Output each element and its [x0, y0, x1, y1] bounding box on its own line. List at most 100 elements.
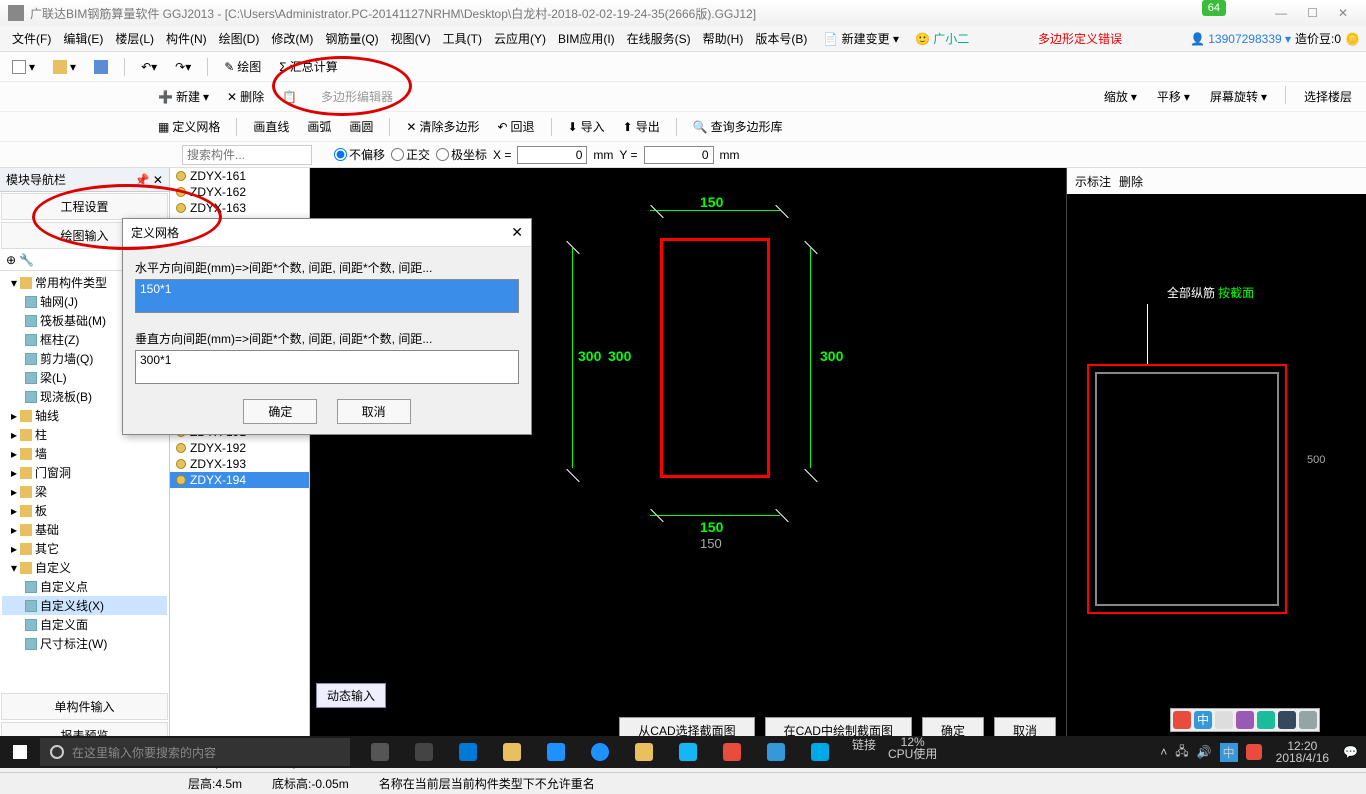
tray-network-icon[interactable]: 🖧 [1175, 742, 1188, 763]
tb-app3[interactable] [756, 736, 796, 768]
tree-item[interactable]: 自定义线(X) [2, 596, 167, 615]
taskbar-clock[interactable]: 12:20 2018/4/16 [1270, 740, 1335, 764]
sub-new-button[interactable]: ➕ 新建 ▾ [152, 86, 215, 107]
tb-app2[interactable] [712, 736, 752, 768]
tray-volume-icon[interactable]: 🔊 [1197, 745, 1212, 759]
tb-app1[interactable] [404, 736, 444, 768]
close-button[interactable]: ✕ [1338, 6, 1348, 20]
rotate-screen-button[interactable]: 屏幕旋转 ▾ [1204, 86, 1273, 107]
x-input[interactable] [517, 146, 587, 164]
y-input[interactable] [644, 146, 714, 164]
tray-ime-icon[interactable]: 中 [1220, 743, 1238, 762]
section-single-input[interactable]: 单构件输入 [1, 693, 168, 720]
export-button[interactable]: ⬆ 导出 [617, 116, 666, 137]
tb-ie[interactable] [580, 736, 620, 768]
tb-browser1[interactable] [536, 736, 576, 768]
system-tray[interactable]: ˄ 🖧 🔊 中 12:20 2018/4/16 💬 [1152, 740, 1366, 764]
menu-item[interactable]: 文件(F) [6, 30, 57, 48]
dialog-ok-button[interactable]: 确定 [243, 399, 317, 424]
menu-item[interactable]: 云应用(Y) [488, 30, 552, 48]
sogou-icon[interactable] [1173, 711, 1191, 729]
draw-arc-button[interactable]: 画弧 [301, 116, 337, 137]
menu-item[interactable]: 编辑(E) [57, 30, 109, 48]
draw-circle-button[interactable]: 画圆 [343, 116, 379, 137]
show-label-toggle[interactable]: 示标注 [1075, 173, 1111, 190]
draw-line-button[interactable]: 画直线 [247, 116, 295, 137]
copy-icon[interactable]: 📋 [276, 88, 303, 106]
section-project-settings[interactable]: 工程设置 [1, 193, 168, 220]
start-button[interactable] [0, 736, 40, 768]
list-item[interactable]: ZDYX-192 [170, 440, 309, 456]
menu-item[interactable]: 工具(T) [437, 30, 488, 48]
dialog-close-button[interactable]: ✕ [511, 224, 523, 241]
ime-cn-icon[interactable]: 中 [1194, 711, 1212, 729]
minimize-button[interactable]: — [1275, 6, 1287, 20]
tray-sogou-icon[interactable] [1246, 744, 1262, 760]
list-item[interactable]: ZDYX-194 [170, 472, 309, 488]
dynamic-input-toggle[interactable]: 动态输入 [316, 683, 386, 708]
ime-emoji-icon[interactable] [1236, 711, 1254, 729]
tree-item[interactable]: ▾ 自定义 [2, 558, 167, 577]
save-button[interactable] [88, 58, 114, 76]
tree-item[interactable]: ▸ 墙 [2, 444, 167, 463]
list-item[interactable]: ZDYX-162 [170, 184, 309, 200]
sum-button[interactable]: Σ 汇总计算 [273, 56, 343, 77]
list-item[interactable]: ZDYX-161 [170, 168, 309, 184]
pin-icon[interactable]: 📌 ✕ [135, 173, 163, 187]
taskbar-search[interactable]: 在这里输入你要搜索的内容 [40, 738, 350, 766]
redo-button[interactable]: ↷▾ [169, 58, 197, 76]
draw-toggle[interactable]: ✎ 绘图 [218, 56, 267, 77]
menu-item[interactable]: 楼层(L) [109, 30, 160, 48]
tb-edge[interactable] [448, 736, 488, 768]
pan-button[interactable]: 平移 ▾ [1151, 86, 1196, 107]
menu-item[interactable]: 构件(N) [160, 30, 213, 48]
polar-radio[interactable]: 极坐标 [436, 146, 487, 163]
task-view-icon[interactable] [360, 736, 400, 768]
tree-item[interactable]: ▸ 门窗洞 [2, 463, 167, 482]
tb-folder[interactable] [492, 736, 532, 768]
menu-user[interactable]: 🙂 广小二 [909, 28, 975, 49]
right-delete-button[interactable]: 删除 [1119, 173, 1143, 190]
define-grid-button[interactable]: ▦ 定义网格 [152, 116, 226, 137]
ime-toolbar[interactable]: 中 [1170, 708, 1320, 732]
import-button[interactable]: ⬇ 导入 [562, 116, 611, 137]
account-id[interactable]: 👤 13907298339 ▾ [1190, 32, 1291, 46]
query-polygon-button[interactable]: 🔍 查询多边形库 [687, 116, 789, 137]
action-center-icon[interactable]: 💬 [1343, 745, 1358, 759]
menu-new-change[interactable]: 📄 新建变更 ▾ [817, 28, 905, 49]
tb-explorer[interactable] [624, 736, 664, 768]
tree-item[interactable]: 自定义面 [2, 615, 167, 634]
tree-item[interactable]: ▸ 梁 [2, 482, 167, 501]
sub-delete-button[interactable]: ✕ 删除 [221, 86, 270, 107]
v-spacing-input[interactable] [135, 350, 519, 384]
tree-item[interactable]: 尺寸标注(W) [2, 634, 167, 653]
h-spacing-input[interactable] [135, 279, 519, 313]
cpu-meter[interactable]: 12% CPU使用 [888, 736, 937, 768]
list-item[interactable]: ZDYX-193 [170, 456, 309, 472]
list-item[interactable]: ZDYX-163 [170, 200, 309, 216]
tb-qq[interactable] [668, 736, 708, 768]
ime-keyboard-icon[interactable] [1257, 711, 1275, 729]
menu-item[interactable]: 修改(M) [265, 30, 319, 48]
menu-item[interactable]: 钢筋量(Q) [319, 30, 384, 48]
no-offset-radio[interactable]: 不偏移 [334, 146, 385, 163]
menu-item[interactable]: BIM应用(I) [552, 30, 621, 48]
zoom-button[interactable]: 缩放 ▾ [1098, 86, 1143, 107]
undo-button[interactable]: ↶▾ [135, 58, 163, 76]
tb-glodon[interactable] [800, 736, 840, 768]
open-file-button[interactable]: ▾ [47, 58, 82, 76]
menu-item[interactable]: 视图(V) [385, 30, 437, 48]
tree-item[interactable]: ▸ 基础 [2, 520, 167, 539]
tree-item[interactable]: ▸ 板 [2, 501, 167, 520]
menu-item[interactable]: 在线服务(S) [621, 30, 697, 48]
menu-item[interactable]: 绘图(D) [213, 30, 266, 48]
ortho-radio[interactable]: 正交 [391, 146, 430, 163]
maximize-button[interactable]: ☐ [1307, 6, 1318, 20]
tray-up-icon[interactable]: ˄ [1160, 745, 1167, 759]
ime-user-icon[interactable] [1299, 711, 1317, 729]
clear-polygon-button[interactable]: ✕ 清除多边形 [400, 116, 485, 137]
tree-item[interactable]: ▸ 其它 [2, 539, 167, 558]
tree-item[interactable]: 自定义点 [2, 577, 167, 596]
select-floor-button[interactable]: 选择楼层 [1298, 86, 1358, 107]
ime-punct-icon[interactable] [1215, 711, 1233, 729]
